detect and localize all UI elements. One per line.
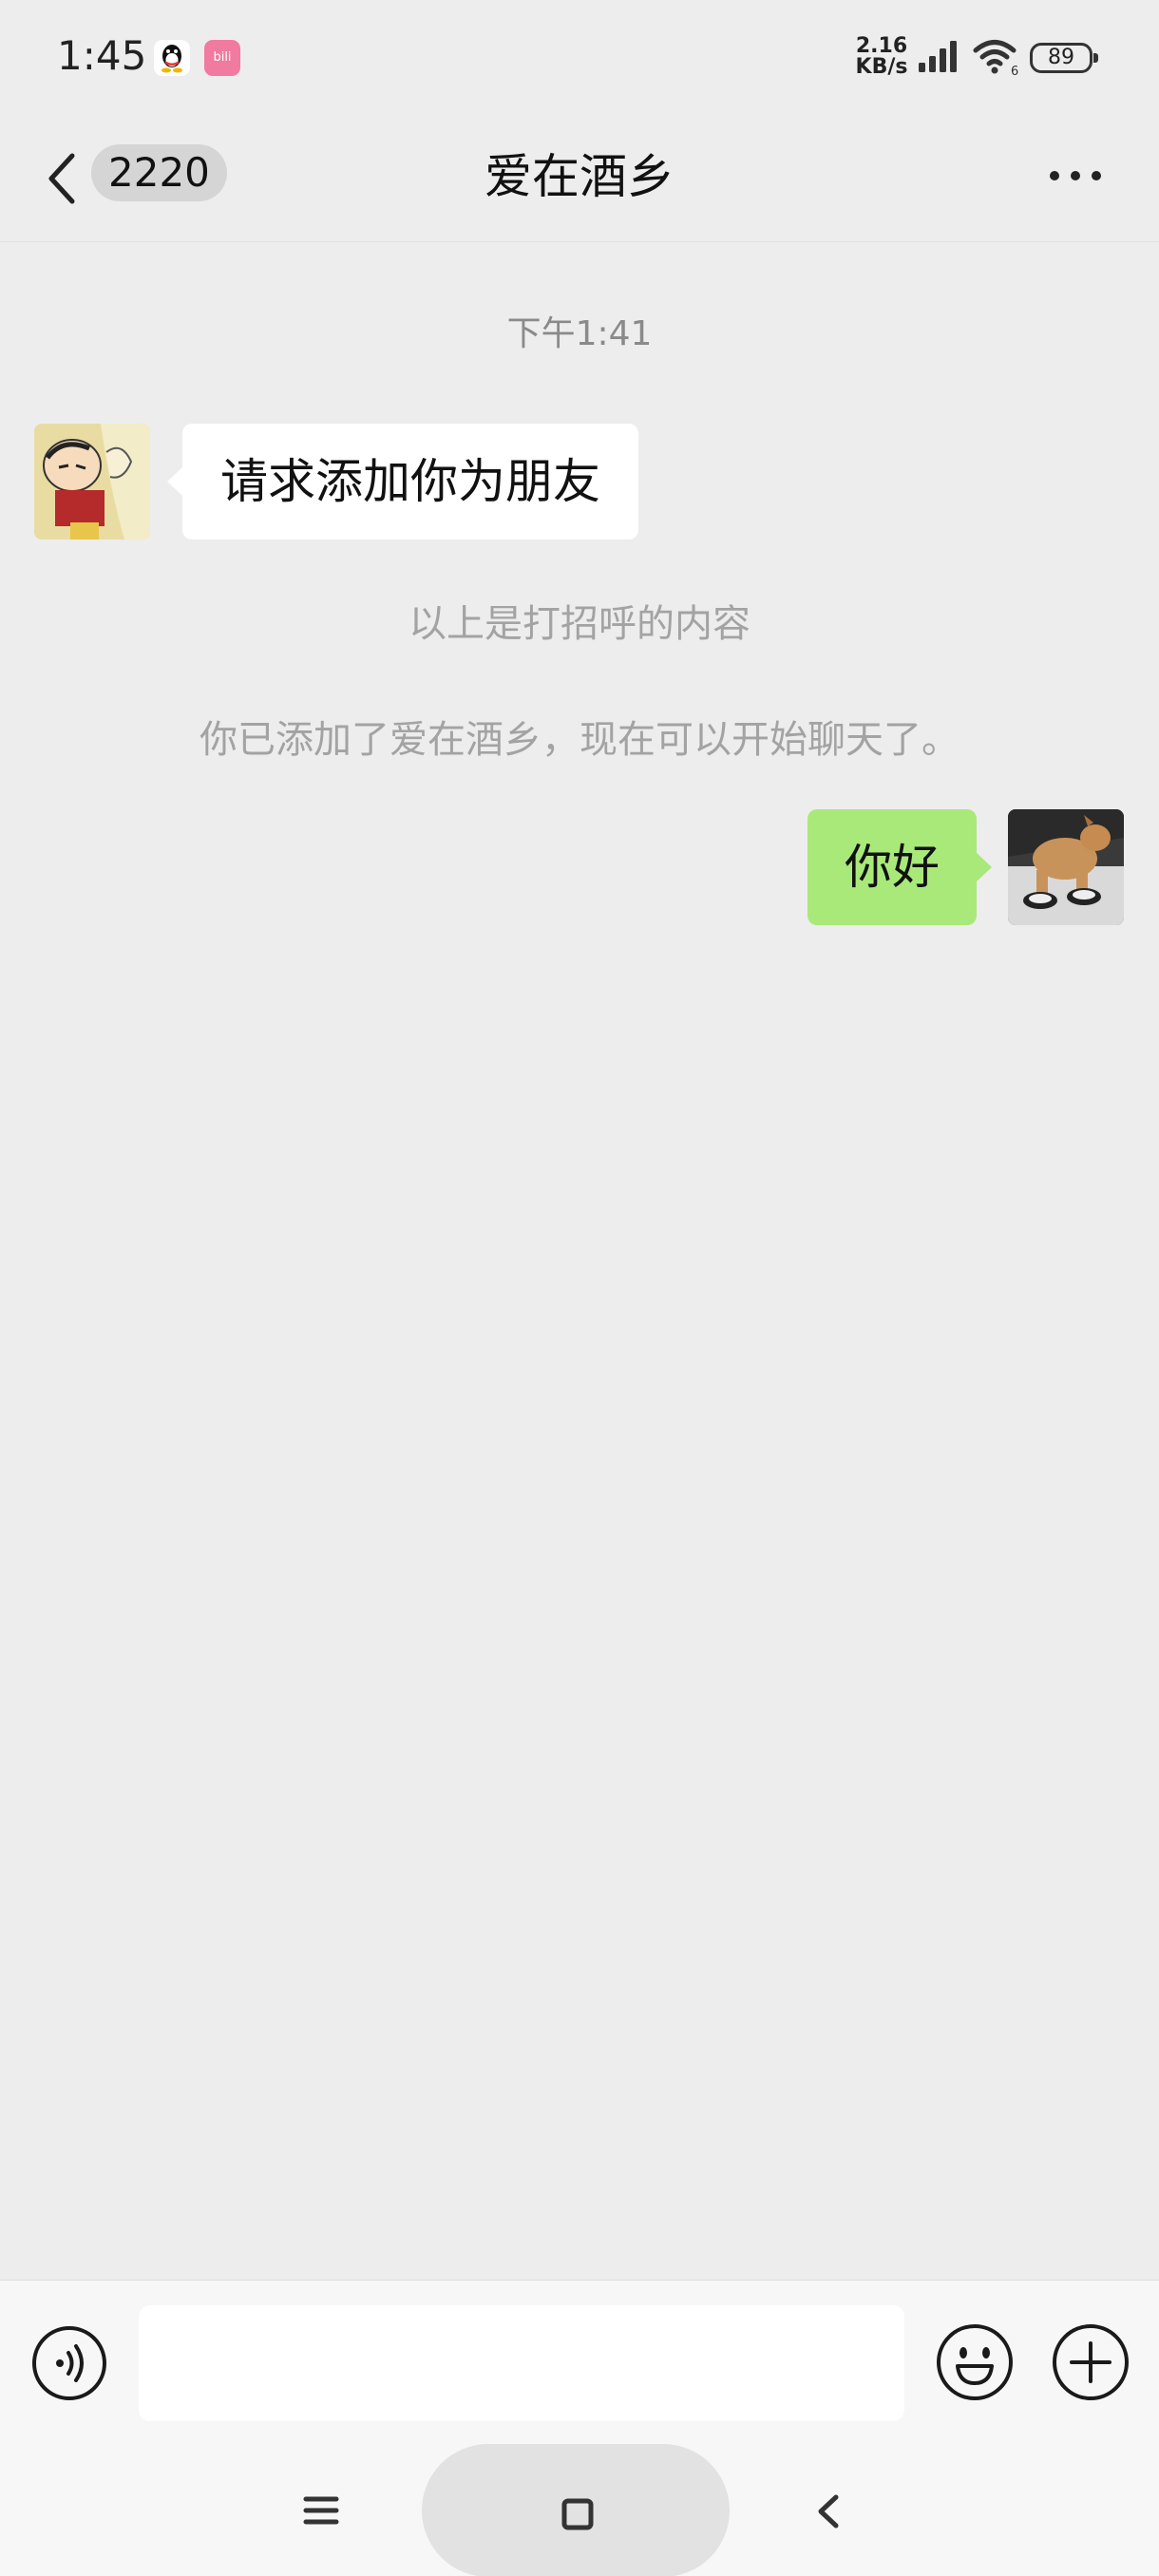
chat-header: 2220 爱在酒乡	[0, 114, 1159, 242]
message-input[interactable]	[139, 2305, 904, 2421]
network-speed: 2.16 KB/s	[855, 36, 908, 78]
menu-icon[interactable]	[302, 2491, 340, 2529]
svg-text:6: 6	[1011, 65, 1018, 76]
wifi-icon: 6	[973, 38, 1020, 80]
friend-added-note: 你已添加了爱在酒乡，现在可以开始聊天了。	[200, 718, 960, 762]
message-timestamp: 下午1:41	[506, 314, 653, 353]
chat-title: 爱在酒乡	[484, 149, 674, 204]
battery-icon: 89	[1030, 43, 1098, 73]
voice-icon[interactable]	[30, 2324, 108, 2402]
plus-icon[interactable]	[1051, 2322, 1130, 2402]
signal-icon	[917, 40, 962, 78]
network-speed-unit: KB/s	[855, 55, 908, 79]
more-dots-icon[interactable]	[1045, 161, 1106, 190]
home-square-icon[interactable]	[560, 2497, 595, 2531]
greeting-note: 以上是打招呼的内容	[408, 602, 750, 646]
network-speed-value: 2.16	[855, 34, 908, 58]
contact-avatar[interactable]	[34, 424, 150, 540]
bilibili-icon: bili	[204, 40, 240, 76]
incoming-message-bubble[interactable]: 请求添加你为朋友	[167, 424, 638, 540]
qq-icon	[154, 40, 190, 76]
status-bar: 1:45 bili 2.16 KB/s 6 89	[0, 0, 1159, 114]
emoji-icon[interactable]	[935, 2322, 1015, 2402]
back-chevron-icon[interactable]	[813, 2491, 844, 2531]
chat-input-bar	[0, 2280, 1159, 2576]
status-time: 1:45	[57, 32, 147, 79]
outgoing-message-bubble[interactable]: 你好	[808, 809, 992, 925]
my-avatar[interactable]	[1008, 809, 1124, 925]
